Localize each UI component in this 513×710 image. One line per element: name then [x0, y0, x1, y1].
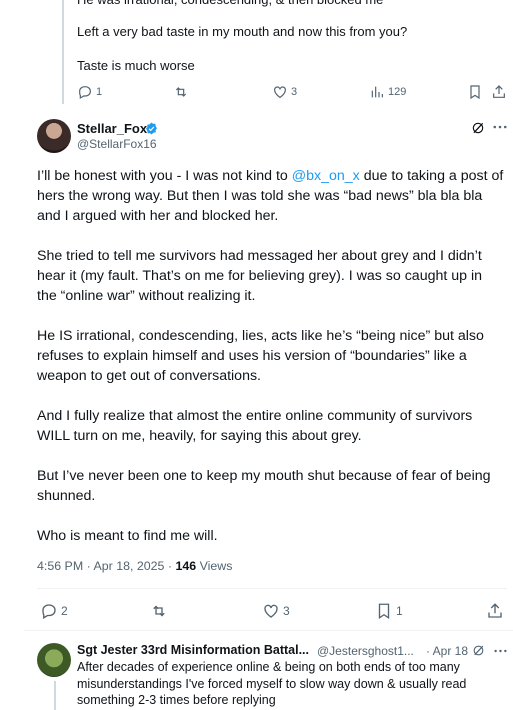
paragraph-2: She tried to tell me survivors had messa…	[37, 248, 483, 304]
more-options-icon[interactable]	[494, 649, 507, 653]
paragraph-4: And I fully realize that almost the enti…	[37, 408, 473, 444]
views-button[interactable]: 129	[369, 84, 406, 100]
main-like-button[interactable]: 3	[262, 602, 290, 620]
prev-line-3: Taste is much worse	[77, 58, 195, 73]
grok-icon[interactable]	[471, 121, 485, 135]
main-post-header: Stellar_Fox @StellarFox16	[37, 119, 507, 155]
main-repost-button[interactable]	[150, 602, 168, 620]
more-options-icon[interactable]	[493, 125, 507, 129]
previous-post-actions: 1 3 129	[77, 84, 507, 102]
mention-link[interactable]: @bx_on_x	[292, 168, 360, 184]
reply-text: After decades of experience online & bei…	[77, 660, 467, 707]
main-like-count: 3	[283, 604, 290, 618]
main-bookmark-button[interactable]: 1	[375, 602, 403, 620]
repost-icon	[153, 605, 165, 617]
thread-connector	[62, 0, 64, 104]
post-body: I’ll be honest with you - I was not kind…	[37, 166, 505, 566]
prev-line-2: Left a very bad taste in my mouth and no…	[77, 24, 408, 39]
main-reply-button[interactable]: 2	[40, 602, 68, 620]
divider	[24, 630, 513, 631]
grok-icon[interactable]	[472, 644, 485, 657]
heart-icon	[274, 86, 286, 99]
repost-icon	[175, 87, 187, 97]
paragraph-3: He IS irrational, condescending, lies, a…	[37, 328, 484, 384]
heart-icon	[264, 604, 278, 618]
author-handle[interactable]: @StellarFox16	[77, 137, 157, 151]
main-share-button[interactable]	[486, 602, 504, 620]
views-count: 129	[388, 86, 407, 98]
bookmark-icon	[378, 603, 390, 620]
share-icon	[488, 603, 502, 618]
views-number: 146	[175, 559, 197, 573]
thread-connector	[54, 681, 56, 710]
paragraph-6: Who is meant to find me will.	[37, 528, 218, 544]
verified-badge-icon	[146, 122, 157, 135]
avatar[interactable]	[37, 119, 71, 153]
paragraph-1: I’ll be honest with you - I was not kind…	[37, 168, 504, 224]
repost-button[interactable]	[173, 84, 189, 100]
share-button[interactable]	[491, 84, 507, 100]
bookmark-icon	[470, 85, 480, 100]
prev-line-1: He was irrational, condescending, & then…	[77, 0, 383, 8]
main-post-actions: 2 3 1	[40, 602, 506, 620]
reply-date[interactable]: · Apr 18	[426, 644, 468, 658]
reply-author-handle[interactable]: @Jestersghost1...	[317, 644, 414, 658]
author-name[interactable]: Stellar_Fox	[77, 121, 147, 136]
share-icon	[493, 85, 505, 98]
main-bookmark-count: 1	[396, 604, 403, 618]
views-label: Views	[196, 559, 233, 573]
bookmark-button[interactable]	[467, 84, 483, 100]
paragraph-5: But I’ve never been one to keep my mouth…	[37, 468, 491, 504]
views-icon	[371, 86, 383, 98]
divider	[37, 588, 507, 589]
reply-author-name[interactable]: Sgt Jester 33rd Misinformation Battal...	[77, 643, 309, 657]
main-reply-count: 2	[61, 604, 68, 618]
post-meta: 4:56 PM · Apr 18, 2025 · 146 Views	[37, 559, 232, 573]
reply-post[interactable]: Sgt Jester 33rd Misinformation Battal...…	[37, 641, 507, 710]
like-button[interactable]: 3	[272, 84, 297, 100]
avatar[interactable]	[37, 643, 71, 677]
reply-icon	[79, 86, 91, 100]
reply-button[interactable]: 1	[77, 84, 102, 100]
reply-count: 1	[96, 86, 103, 98]
like-count: 3	[291, 86, 298, 98]
reply-icon	[42, 604, 56, 619]
timestamp[interactable]: 4:56 PM · Apr 18, 2025 ·	[37, 559, 175, 573]
